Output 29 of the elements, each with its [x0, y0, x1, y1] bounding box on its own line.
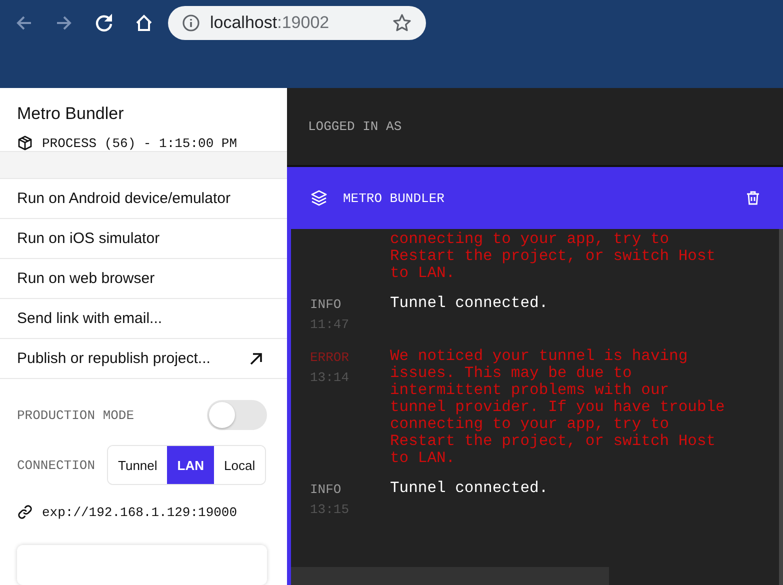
scrollbar[interactable] — [779, 229, 783, 585]
log-level: INFO — [310, 296, 342, 314]
arrow-icon — [249, 352, 263, 366]
process-label: PROCESS (56) - 1:15:00 PM — [42, 136, 238, 150]
connection-label: CONNECTION — [17, 458, 96, 472]
log-level: INFO — [310, 481, 342, 499]
logged-in-label: LOGGED IN AS — [308, 119, 402, 134]
home-icon[interactable] — [134, 12, 154, 32]
star-icon[interactable] — [392, 12, 412, 32]
panel-title: METRO BUNDLER — [343, 190, 446, 206]
project-url[interactable]: exp://192.168.1.129:19000 — [42, 504, 238, 520]
log-level: ERROR — [310, 349, 350, 367]
layers-icon — [310, 189, 328, 207]
sidebar-title: Metro Bundler — [17, 104, 125, 124]
link-icon — [17, 504, 33, 520]
production-mode-label: PRODUCTION MODE — [17, 408, 134, 422]
address-bar[interactable]: localhost:19002 — [168, 6, 426, 40]
reload-icon[interactable] — [94, 12, 114, 32]
url-text: localhost:19002 — [210, 12, 330, 32]
info-icon[interactable] — [182, 14, 200, 32]
log-message: Tunnel connected. — [390, 295, 550, 314]
scrollbar[interactable] — [291, 567, 609, 585]
log-message: We noticed your tunnel is having issues. This may be due to intermittent problems with our tunnel provider. If you have trouble connecting to your app, try to Restart the project, or switch Host to LAN. — [390, 348, 726, 467]
log-message: connecting to your app, try to Restart the project, or switch Host to LAN. — [390, 231, 717, 282]
connection-tab[interactable]: LAN — [167, 446, 214, 484]
trash-icon[interactable] — [745, 190, 761, 206]
toggle-switch[interactable] — [207, 400, 267, 430]
log-message: Tunnel connected. — [390, 480, 550, 499]
cube-icon — [17, 135, 33, 151]
